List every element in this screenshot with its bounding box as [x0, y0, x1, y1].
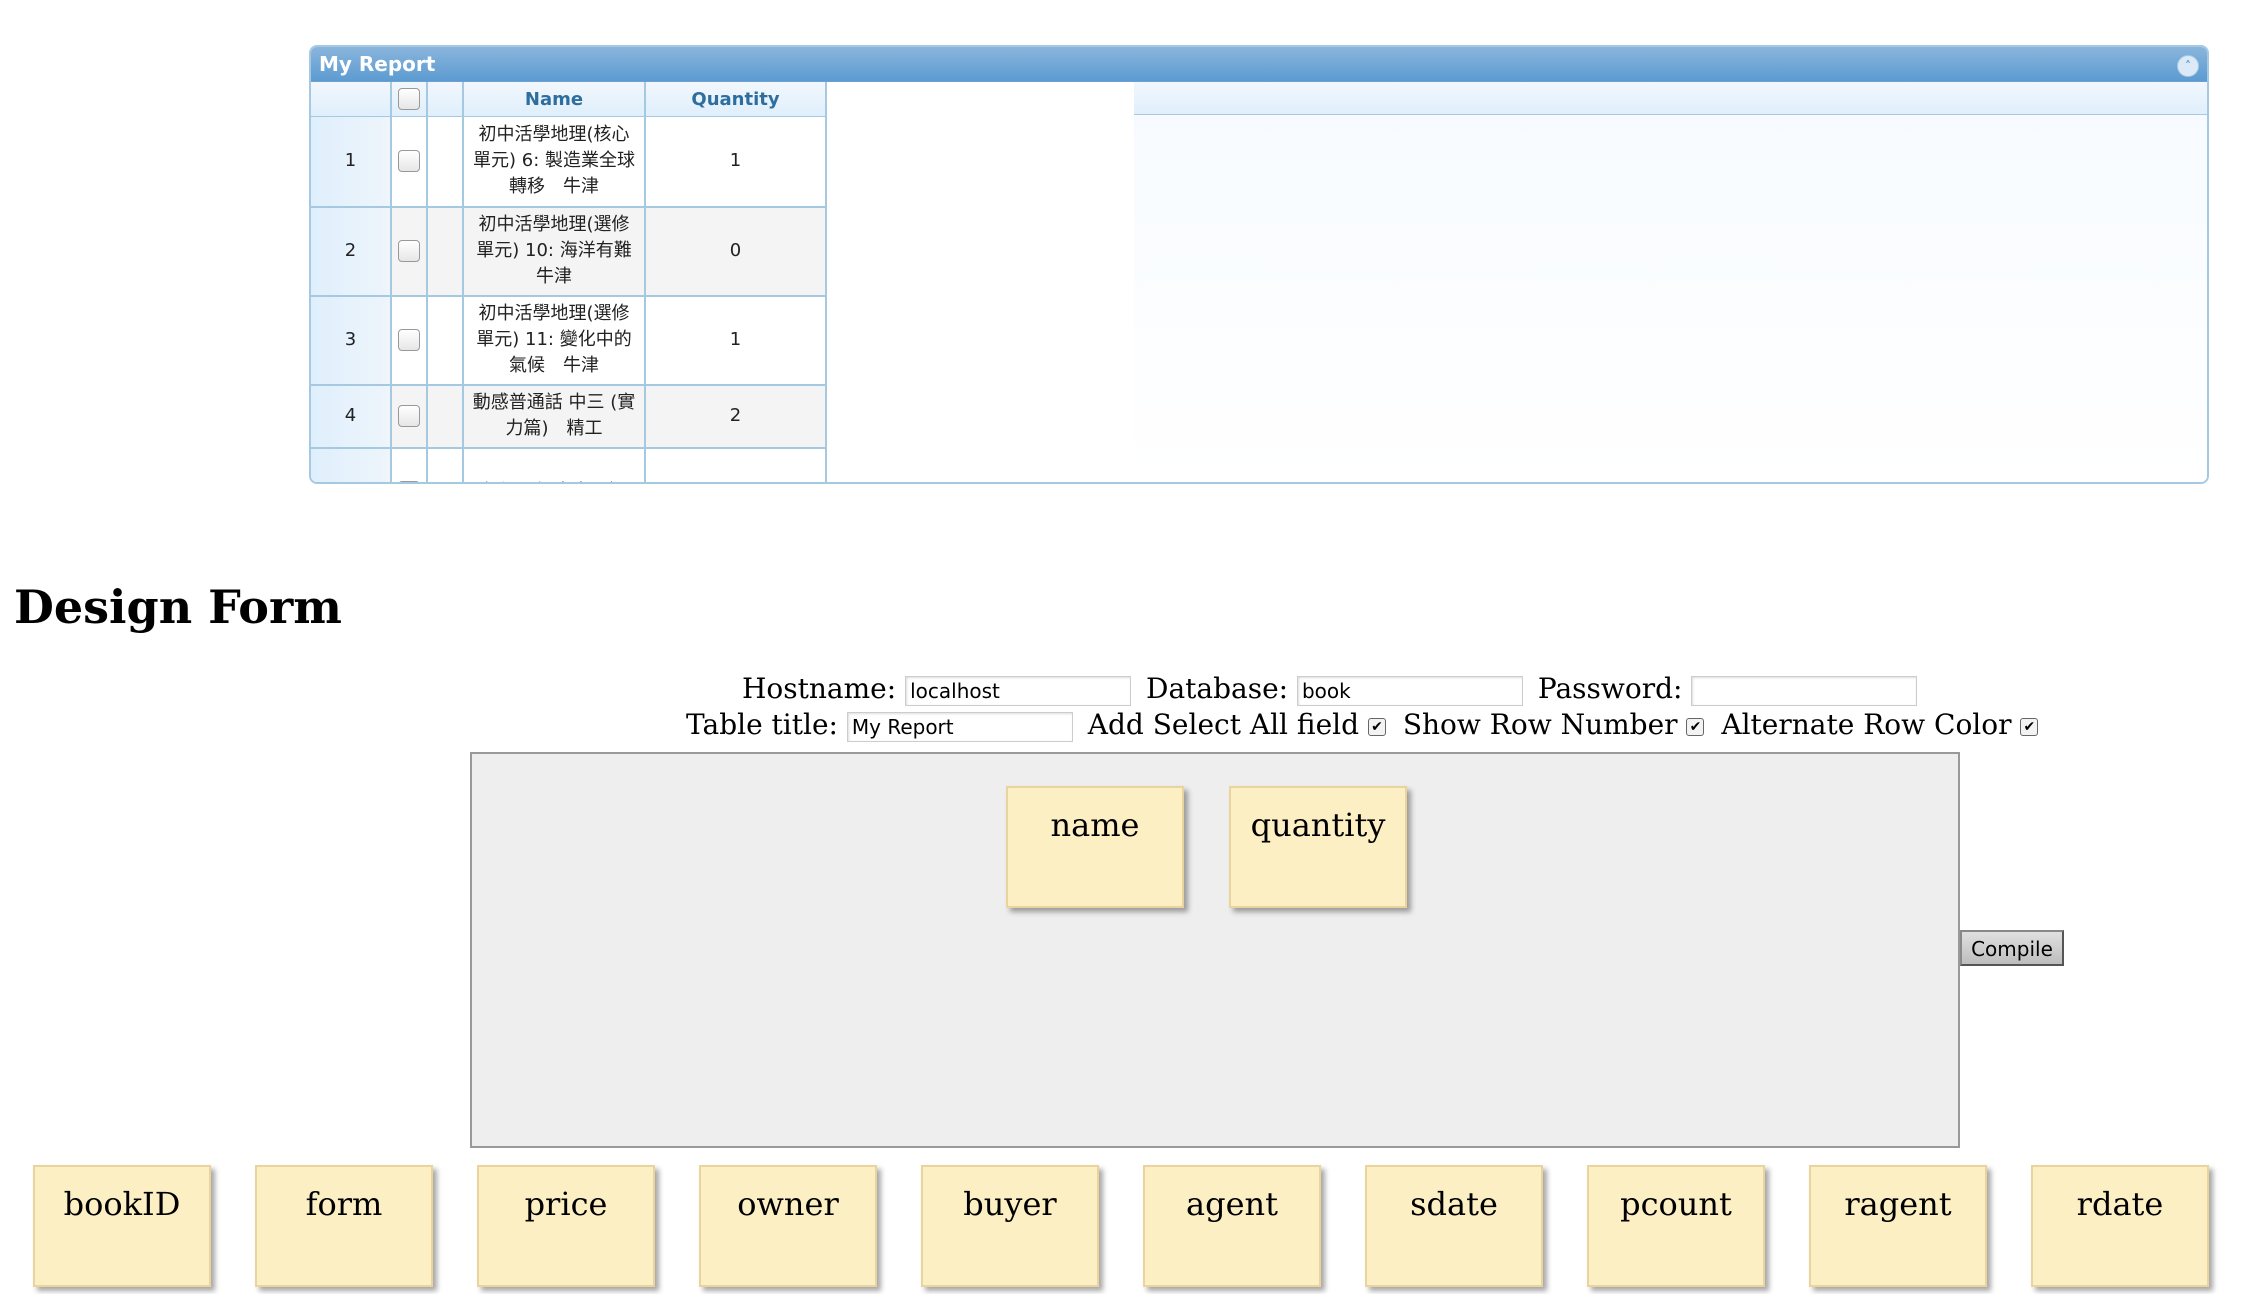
field-card[interactable]: price — [477, 1165, 655, 1287]
header-rownum — [311, 82, 392, 117]
compile-button[interactable]: Compile — [1960, 930, 2064, 966]
field-card[interactable]: agent — [1143, 1165, 1321, 1287]
field-card[interactable]: owner — [699, 1165, 877, 1287]
header-quantity[interactable]: Quantity — [645, 82, 827, 117]
row-checkbox[interactable] — [398, 150, 420, 173]
field-card[interactable]: bookID — [33, 1165, 211, 1287]
field-card[interactable]: buyer — [921, 1165, 1099, 1287]
cell-quantity: 0 — [645, 206, 827, 297]
field-card[interactable]: ragent — [1809, 1165, 1987, 1287]
grid-empty-area — [1134, 115, 2207, 482]
table-options-row: Table title: My Report Add Select All fi… — [686, 708, 2046, 742]
field-card[interactable]: pcount — [1587, 1165, 1765, 1287]
report-table: Name Quantity 1 初中活學地理(核心單元) 6: 製造業全球轉移 … — [311, 82, 827, 482]
table-row[interactable]: 2 初中活學地理(選修單元) 10: 海洋有難 牛津 0 — [311, 206, 827, 297]
table-row[interactable]: 1 初中活學地理(核心單元) 6: 製造業全球轉移 牛津 1 — [311, 116, 827, 208]
connection-settings-row: Hostname: localhost Database: book Passw… — [742, 672, 1923, 706]
header-select-all[interactable] — [391, 82, 428, 117]
row-number: 5 — [311, 447, 392, 482]
table-header-row: Name Quantity — [311, 82, 827, 117]
cell-name: 動感普通話 中三 (實力篇) 精工 — [463, 384, 646, 449]
show-row-number-label: Show Row Number — [1402, 708, 1678, 741]
select-all-checkbox[interactable] — [398, 88, 420, 110]
header-spacer — [427, 82, 464, 117]
row-select[interactable] — [391, 295, 428, 386]
row-checkbox[interactable] — [398, 329, 420, 351]
cell-quantity: 2 — [645, 384, 827, 449]
database-input[interactable]: book — [1296, 675, 1523, 706]
grid-title: My Report — [319, 52, 436, 76]
alternate-row-color-checkbox[interactable]: ✔ — [2020, 717, 2039, 736]
alternate-row-color-label: Alternate Row Color — [1721, 708, 2012, 741]
row-checkbox[interactable] — [398, 481, 420, 482]
row-select[interactable] — [391, 384, 428, 449]
row-spacer — [427, 206, 464, 297]
row-select[interactable] — [391, 447, 428, 482]
design-form-heading: Design Form — [14, 580, 342, 634]
row-select[interactable] — [391, 116, 428, 208]
cell-quantity: 1 — [645, 295, 827, 386]
header-name[interactable]: Name — [463, 82, 646, 117]
table-row[interactable]: 3 初中活學地理(選修單元) 11: 變化中的氣候 牛津 1 — [311, 295, 827, 386]
canvas-field-card[interactable]: quantity — [1229, 786, 1407, 908]
grid-header-filler — [1134, 82, 2207, 115]
field-card[interactable]: form — [255, 1165, 433, 1287]
cell-quantity: 1 — [645, 116, 827, 208]
row-number: 2 — [311, 206, 392, 297]
password-label: Password: — [1537, 672, 1683, 705]
hostname-input[interactable]: localhost — [905, 675, 1132, 706]
row-number: 3 — [311, 295, 392, 386]
row-spacer — [427, 384, 464, 449]
field-card[interactable]: sdate — [1365, 1165, 1543, 1287]
table-row[interactable]: 4 動感普通話 中三 (實力篇) 精工 2 — [311, 384, 827, 449]
show-row-number-checkbox[interactable]: ✔ — [1686, 717, 1705, 736]
row-checkbox[interactable] — [398, 405, 420, 427]
report-grid: My Report ˄ Name Quantity 1 初中活學地理(核心單元)… — [309, 45, 2209, 484]
add-select-all-label: Add Select All field — [1087, 708, 1360, 741]
database-label: Database: — [1146, 672, 1289, 705]
cell-name: 新視野初中中國語 — [463, 447, 646, 482]
table-title-input[interactable]: My Report — [846, 711, 1073, 742]
row-spacer — [427, 447, 464, 482]
cell-name: 初中活學地理(選修單元) 11: 變化中的氣候 牛津 — [463, 295, 646, 386]
row-number: 4 — [311, 384, 392, 449]
row-checkbox[interactable] — [398, 240, 420, 262]
row-number: 1 — [311, 116, 392, 208]
grid-title-bar: My Report ˄ — [311, 47, 2207, 82]
canvas-field-card[interactable]: name — [1006, 786, 1184, 908]
table-title-label: Table title: — [686, 708, 838, 741]
cell-quantity: 1 — [645, 447, 827, 482]
cell-name: 初中活學地理(選修單元) 10: 海洋有難 牛津 — [463, 206, 646, 297]
collapse-icon[interactable]: ˄ — [2177, 55, 2199, 77]
design-canvas-dropzone[interactable]: name quantity — [470, 752, 1960, 1148]
row-spacer — [427, 295, 464, 386]
add-select-all-checkbox[interactable]: ✔ — [1367, 717, 1386, 736]
cell-name: 初中活學地理(核心單元) 6: 製造業全球轉移 牛津 — [463, 116, 646, 208]
row-spacer — [427, 116, 464, 208]
field-card[interactable]: rdate — [2031, 1165, 2209, 1287]
row-select[interactable] — [391, 206, 428, 297]
hostname-label: Hostname: — [742, 672, 897, 705]
password-input[interactable] — [1691, 675, 1918, 706]
table-row[interactable]: 5 新視野初中中國語 1 — [311, 447, 827, 482]
